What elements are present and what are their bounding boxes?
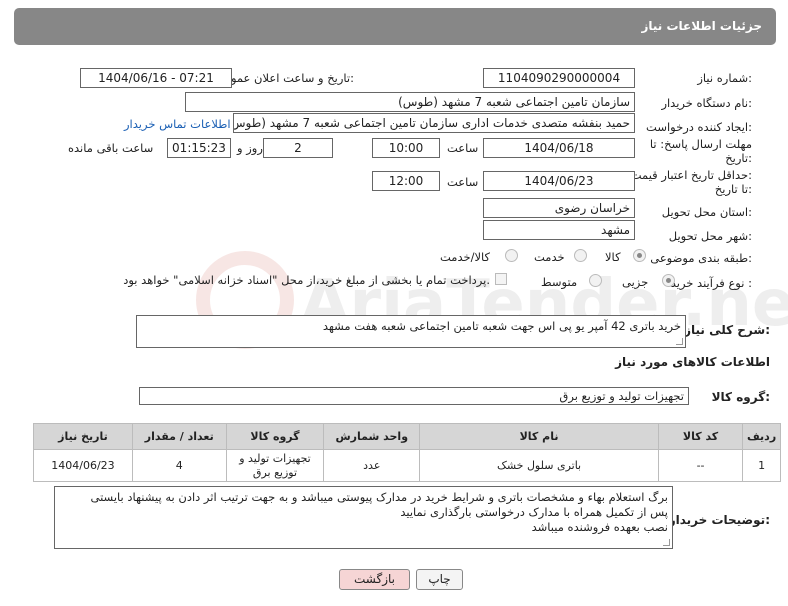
back-button[interactable]: بازگشت [339, 569, 410, 590]
process-option-medium: متوسط [541, 275, 578, 289]
category-option-goods: کالا [605, 250, 621, 264]
treasury-payment-note: پرداخت تمام یا بخشی از مبلغ خرید،از محل … [123, 273, 490, 287]
city-field: مشهد [483, 220, 635, 240]
city-label: شهر محل تحویل: [668, 229, 752, 243]
price-validity-label-date: تا تاریخ: [714, 182, 752, 196]
announce-datetime-field: 1404/06/16 - 07:21 [80, 68, 232, 88]
resize-grip-icon[interactable] [663, 539, 670, 546]
category-option-service: خدمت [534, 250, 565, 264]
process-option-minor: جزیی [622, 275, 649, 289]
announce-datetime-label: تاریخ و ساعت اعلان عمومی: [215, 71, 354, 85]
col-quantity: تعداد / مقدار [131, 423, 227, 450]
description-label: شرح کلی نیاز: [684, 323, 770, 337]
price-validity-date-field: 1404/06/23 [483, 171, 635, 191]
col-unit: واحد شمارش [323, 423, 421, 450]
description-text: خرید باتری 42 آمپر یو پی اس جهت شعبه تام… [322, 319, 681, 333]
remaining-time-field: 01:15:23 [167, 138, 231, 158]
table-row: 1 -- باتری سلول خشک عدد تجهیزات تولید و … [33, 449, 781, 482]
category-radio-goods[interactable] [633, 249, 646, 262]
price-validity-time-field: 12:00 [372, 171, 440, 191]
category-radio-goods-service[interactable] [505, 249, 518, 262]
goods-table: ردیف کد کالا نام کالا واحد شمارش گروه کا… [33, 423, 781, 482]
reply-deadline-label: مهلت ارسال پاسخ: تا [649, 137, 752, 151]
cell-goods-code: -- [657, 449, 744, 482]
col-goods-group: گروه کالا [225, 423, 325, 450]
resize-grip-icon[interactable] [676, 338, 683, 345]
description-field[interactable]: خرید باتری 42 آمپر یو پی اس جهت شعبه تام… [136, 315, 686, 348]
goods-group-label: گروه کالا: [711, 390, 770, 404]
treasury-payment-checkbox[interactable] [495, 273, 507, 285]
page-header: جزئیات اطلاعات نیاز [14, 8, 776, 45]
reply-time-field: 10:00 [372, 138, 440, 158]
goods-table-header-row: ردیف کد کالا نام کالا واحد شمارش گروه کا… [33, 423, 781, 450]
buyer-org-label: نام دستگاه خریدار: [661, 96, 752, 110]
creator-field: حمید بنفشه متصدی خدمات اداری سازمان تامی… [233, 113, 635, 133]
col-row-number: ردیف [742, 423, 781, 450]
buyer-notes-label: توضیحات خریدار: [668, 513, 770, 527]
price-validity-label: حداقل تاریخ اعتبار قیمت: [630, 168, 752, 182]
category-option-goods-service: کالا/خدمت [440, 250, 491, 264]
category-radio-service[interactable] [574, 249, 587, 262]
cell-need-date: 1404/06/23 [33, 449, 133, 482]
price-validity-time-label: ساعت [447, 175, 479, 189]
process-radio-minor[interactable] [662, 274, 675, 287]
col-goods-name: نام کالا [419, 423, 659, 450]
buyer-notes-field[interactable]: برگ استعلام بهاء و مشخصات باتری و شرایط … [54, 486, 673, 549]
province-label: استان محل تحویل: [661, 205, 752, 219]
buyer-notes-line-2: پس از تکمیل همراه با مدارک درخواستی بارگ… [400, 505, 668, 519]
buyer-contact-link[interactable]: اطلاعات تماس خریدار [124, 117, 231, 131]
col-goods-code: کد کالا [657, 423, 744, 450]
need-number-label: شماره نیاز: [697, 71, 752, 85]
cell-goods-group: تجهیزات تولید و توزیع برق [225, 449, 325, 482]
remaining-time-label: ساعت باقی مانده [68, 141, 154, 155]
print-button[interactable]: چاپ [416, 569, 463, 590]
need-number-field: 1104090290000004 [483, 68, 635, 88]
province-field: خراسان رضوی [483, 198, 635, 218]
creator-label: ایجاد کننده درخواست: [646, 120, 752, 134]
cell-row-number: 1 [742, 449, 781, 482]
buyer-notes-line-3: نصب بعهده فروشنده میباشد [531, 520, 668, 534]
buyer-notes-line-1: برگ استعلام بهاء و مشخصات باتری و شرایط … [90, 490, 669, 504]
reply-days-label: روز و [237, 141, 263, 155]
category-label: طبقه بندی موضوعی: [650, 251, 752, 265]
reply-date-field: 1404/06/18 [483, 138, 635, 158]
cell-unit: عدد [323, 449, 421, 482]
goods-group-field: تجهیزات تولید و توزیع برق [139, 387, 689, 405]
reply-time-label: ساعت [447, 141, 479, 155]
reply-days-field: 2 [263, 138, 333, 158]
goods-info-title: اطلاعات کالاهای مورد نیاز [615, 355, 770, 369]
reply-deadline-label-date: تاریخ: [725, 151, 752, 165]
buyer-org-field: سازمان تامین اجتماعی شعبه 7 مشهد (طوس) [185, 92, 635, 112]
page-title: جزئیات اطلاعات نیاز [641, 19, 762, 33]
process-radio-medium[interactable] [589, 274, 602, 287]
cell-quantity: 4 [131, 449, 227, 482]
col-need-date: تاریخ نیاز [33, 423, 133, 450]
cell-goods-name: باتری سلول خشک [419, 449, 659, 482]
purchase-process-label: نوع فرآیند خرید : [670, 276, 752, 290]
